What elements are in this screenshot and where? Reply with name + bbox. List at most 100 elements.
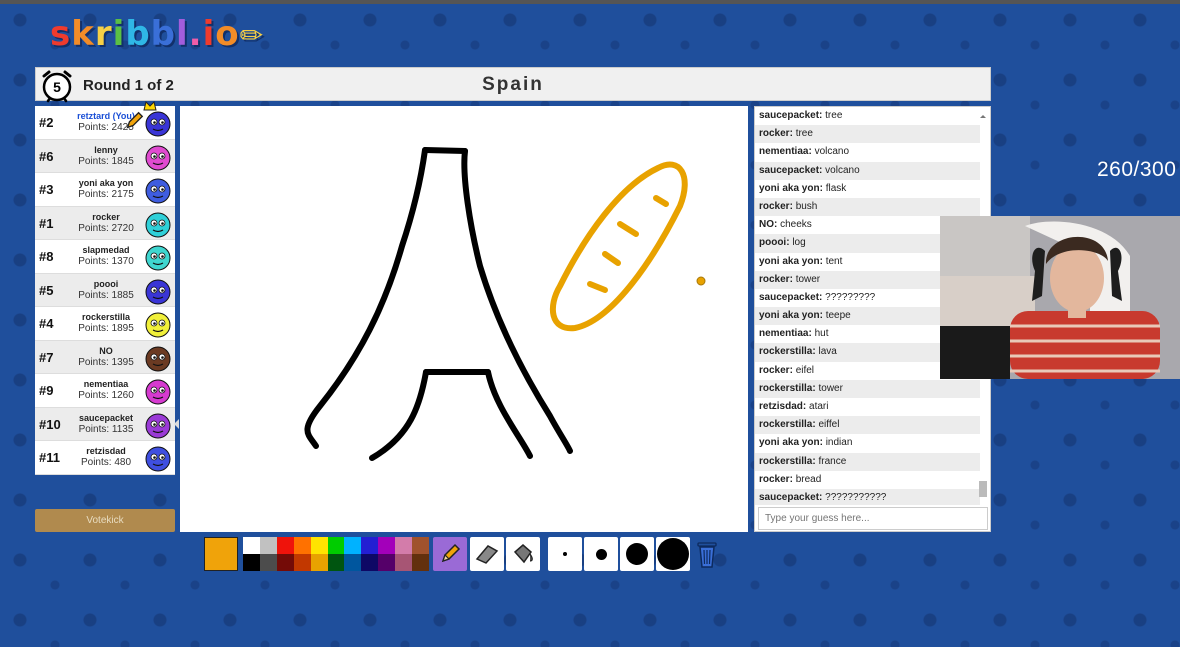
chat-user: NO: [759, 219, 778, 231]
player-name: NO [99, 345, 113, 356]
chat-user: saucepacket: [759, 110, 823, 121]
player-row[interactable]: #11 retzisdad Points: 480 [35, 441, 175, 475]
color-swatch[interactable] [344, 537, 362, 554]
brush-size-large[interactable] [620, 537, 654, 571]
player-avatar [145, 413, 171, 438]
player-row[interactable]: #2 retztard (You) Points: 2425 [35, 101, 175, 140]
player-avatar [145, 111, 171, 137]
pencil-tool-button[interactable] [433, 537, 467, 571]
brush-size-xlarge[interactable] [656, 537, 690, 571]
chat-message: rockerstilla: tower [755, 379, 980, 398]
player-points: Points: 1845 [78, 155, 134, 167]
current-word: Spain [482, 74, 544, 95]
color-swatch[interactable] [243, 554, 260, 571]
chat-text: teepe [825, 310, 851, 322]
color-swatch[interactable] [327, 554, 345, 571]
player-name: nementiaa [83, 379, 129, 389]
color-swatch[interactable] [276, 554, 294, 571]
scrollbar-thumb[interactable] [979, 481, 987, 497]
guess-input[interactable] [758, 507, 988, 530]
player-name: yoni aka yon [78, 178, 134, 188]
player-row[interactable]: #6 lenny Points: 1845 [35, 139, 175, 173]
chat-text: hut [814, 328, 829, 340]
brush-size-medium[interactable] [584, 537, 618, 571]
player-row[interactable]: #10 saucepacket Points: 1135 [35, 407, 175, 441]
color-swatch[interactable] [259, 554, 277, 571]
player-row[interactable]: #1 rocker Points: 2720 [35, 206, 175, 240]
player-row[interactable]: #5 poooi Points: 1885 [35, 273, 175, 307]
player-rank: #10 [39, 416, 61, 432]
drawing-canvas[interactable] [180, 106, 748, 532]
player-row[interactable]: #3 yoni aka yon Points: 2175 [35, 173, 175, 207]
player-avatar [145, 379, 171, 405]
chat-message: yoni aka yon: flask [755, 180, 980, 198]
color-palette [243, 537, 429, 571]
color-swatch[interactable] [310, 554, 328, 571]
player-name: lenny [94, 144, 118, 155]
player-rank: #6 [39, 148, 54, 164]
logo-letter: l [176, 14, 189, 54]
chat-text: bush [795, 200, 818, 212]
player-points: Points: 480 [80, 457, 132, 468]
player-row[interactable]: #9 nementiaa Points: 1260 [35, 374, 175, 408]
chat-user: rockerstilla: [759, 346, 816, 358]
size-dot-icon [626, 543, 648, 565]
scroll-up-arrow-icon[interactable] [978, 112, 988, 122]
fill-tool-button[interactable] [506, 537, 540, 571]
chat-user: saucepacket: [759, 291, 823, 303]
player-rank: #5 [39, 282, 54, 298]
eraser-tool-button[interactable] [470, 537, 504, 571]
color-swatch[interactable] [361, 554, 379, 571]
player-row[interactable]: #7 NO Points: 1395 [35, 340, 175, 374]
brush-size-small[interactable] [548, 537, 582, 571]
chat-text: tent [825, 255, 843, 267]
color-swatch[interactable] [344, 554, 362, 571]
player-row[interactable]: #4 rockerstilla Points: 1895 [35, 307, 175, 341]
color-swatch[interactable] [395, 537, 413, 554]
chat-user: yoni aka yon: [759, 255, 823, 267]
pencil-icon [441, 543, 461, 563]
chat-text: cheeks [780, 219, 812, 231]
player-points: Points: 1135 [78, 423, 134, 435]
color-swatch[interactable] [412, 537, 429, 554]
chat-message: retzisdad: atari [755, 398, 980, 416]
color-swatch[interactable] [327, 537, 345, 554]
chat-text: tower [818, 382, 843, 394]
chat-message: rocker: tree [755, 125, 980, 144]
chat-message: nementiaa: volcano [755, 143, 980, 161]
color-swatch[interactable] [243, 537, 260, 554]
chat-text: eifel [795, 364, 815, 376]
chat-text: france [818, 455, 847, 467]
votekick-button[interactable]: Votekick [35, 509, 175, 532]
color-swatch[interactable] [361, 537, 379, 554]
chat-text: bread [795, 473, 822, 485]
chat-text: tree [795, 128, 813, 140]
chat-text: volcano [814, 146, 850, 158]
color-swatch[interactable] [259, 537, 277, 554]
clear-canvas-button[interactable] [694, 538, 720, 572]
player-points: Points: 1885 [78, 289, 134, 301]
color-swatch[interactable] [310, 537, 328, 554]
player-row[interactable]: #8 slapmedad Points: 1370 [35, 240, 175, 274]
player-points: Points: 2175 [78, 189, 134, 200]
chat-text: volcano [825, 164, 860, 176]
chat-text: indian [825, 437, 853, 449]
player-rank: #2 [39, 115, 54, 130]
color-swatch[interactable] [395, 554, 413, 571]
chat-user: rockerstilla: [759, 455, 816, 467]
chat-message: rockerstilla: eiffel [755, 416, 980, 435]
eraser-icon [475, 545, 499, 564]
color-swatch[interactable] [412, 554, 429, 571]
baguette-drawing [550, 161, 688, 332]
chat-user: rocker: [759, 364, 793, 376]
player-rank: #8 [39, 249, 54, 264]
color-swatch[interactable] [293, 537, 311, 554]
color-swatch[interactable] [293, 554, 311, 571]
color-swatch[interactable] [378, 537, 396, 554]
chat-user: nementiaa: [759, 328, 812, 340]
color-swatch[interactable] [276, 537, 294, 554]
player-points: Points: 1895 [78, 323, 134, 334]
color-swatch[interactable] [378, 554, 396, 571]
current-color-swatch [204, 537, 238, 571]
player-points: Points: 1395 [78, 356, 134, 368]
